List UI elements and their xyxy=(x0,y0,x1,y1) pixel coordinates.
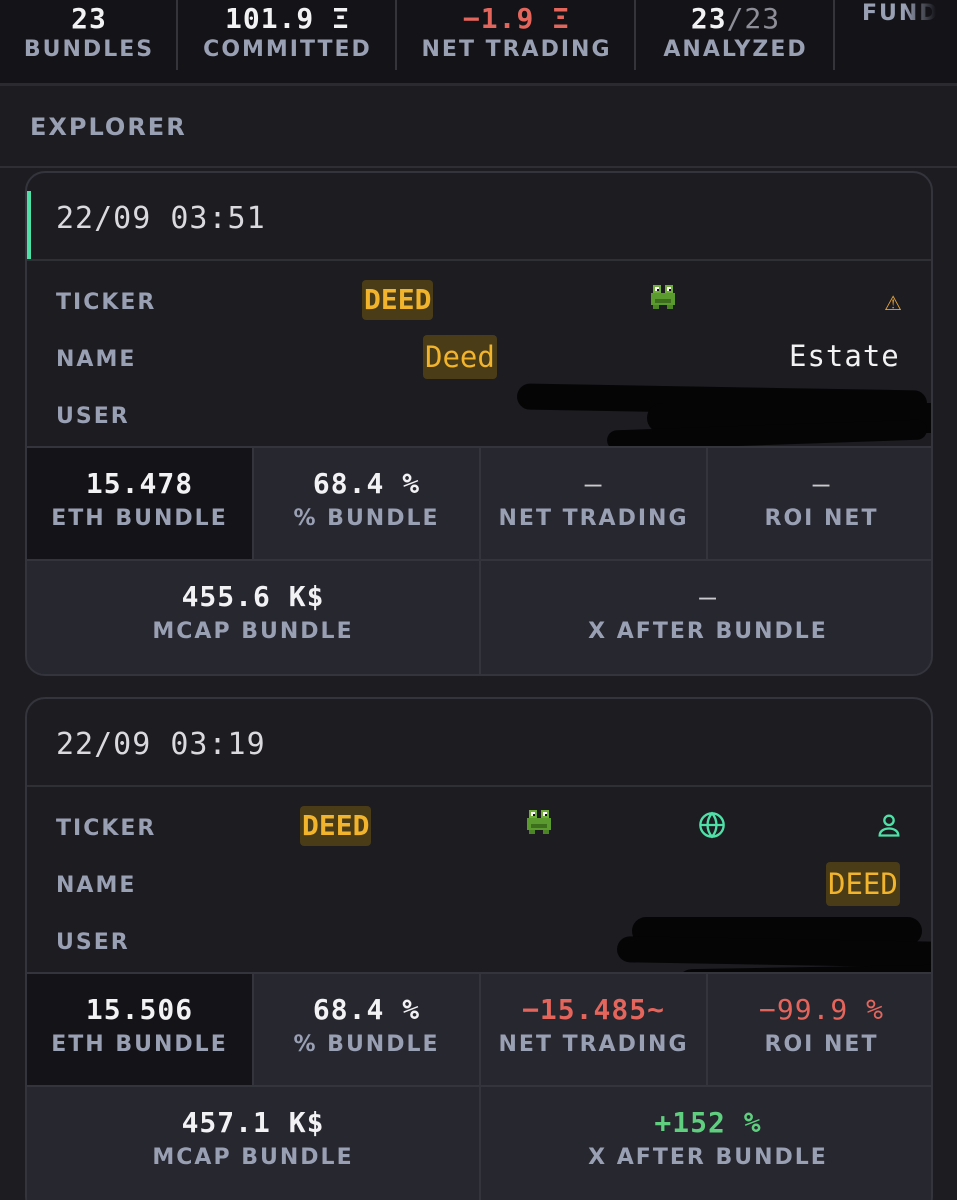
name-value: DEED xyxy=(826,862,900,906)
roi-net-value: −99.9 % xyxy=(758,993,884,1026)
ticker-label: TICKER xyxy=(56,816,157,841)
eth-bundle-label: ETH BUNDLE xyxy=(51,1032,228,1057)
card-divider xyxy=(27,785,931,787)
stat-committed-value: 101.9 Ξ xyxy=(224,2,350,35)
explorer-title: EXPLORER xyxy=(30,113,187,141)
card-date: 22/09 03:19 xyxy=(56,727,266,762)
stat-net-trading-value: −1.9 Ξ xyxy=(462,2,571,35)
stat-bundles-label: BUNDLES xyxy=(23,37,155,62)
warning-icon: ⚠ xyxy=(884,291,902,315)
metric-mcap-bundle: 455.6 K$ MCAP BUNDLE xyxy=(27,561,479,674)
stat-committed-label: COMMITTED xyxy=(203,37,372,62)
metric-roi-net: — ROI NET xyxy=(708,448,931,559)
explorer-divider xyxy=(0,166,957,168)
card-date: 22/09 03:51 xyxy=(56,201,266,236)
frog-icon xyxy=(651,285,675,309)
x-after-bundle-label: X AFTER BUNDLE xyxy=(588,619,828,644)
user-label: USER xyxy=(56,930,130,955)
stat-analyzed-value: 23/23 xyxy=(691,1,780,37)
x-after-bundle-label: X AFTER BUNDLE xyxy=(588,1145,828,1170)
user-icon[interactable] xyxy=(875,811,903,839)
bundle-card[interactable]: 22/09 03:51 TICKER DEED ⚠ NAME Deed Esta… xyxy=(25,171,933,676)
stat-bundles: 23 BUNDLES xyxy=(0,0,178,70)
stat-analyzed-total: /23 xyxy=(726,2,781,35)
stat-fund-label: FUND xyxy=(862,1,940,26)
eth-bundle-value: 15.506 xyxy=(85,993,194,1026)
stat-fund: FUND xyxy=(835,0,957,70)
metric-eth-bundle: 15.478 ETH BUNDLE xyxy=(27,448,252,559)
eth-bundle-label: ETH BUNDLE xyxy=(51,506,228,531)
stat-net-trading-label: NET TRADING xyxy=(421,37,612,62)
metric-roi-net: −99.9 % ROI NET xyxy=(708,974,931,1085)
name-value-part1: Deed xyxy=(423,335,497,379)
net-trading-value: — xyxy=(584,467,603,500)
net-trading-label: NET TRADING xyxy=(498,1032,689,1057)
stat-committed: 101.9 Ξ COMMITTED xyxy=(178,0,397,70)
eth-bundle-value: 15.478 xyxy=(85,467,194,500)
metrics-grid: 15.506 ETH BUNDLE 68.4 % % BUNDLE −15.48… xyxy=(27,972,931,1200)
mcap-bundle-value: 455.6 K$ xyxy=(181,580,325,613)
mcap-bundle-label: MCAP BUNDLE xyxy=(152,619,354,644)
metric-x-after-bundle: — X AFTER BUNDLE xyxy=(481,561,931,674)
roi-net-value: — xyxy=(812,467,831,500)
x-after-bundle-value: — xyxy=(699,580,717,613)
mcap-bundle-label: MCAP BUNDLE xyxy=(152,1145,354,1170)
stat-analyzed-count: 23 xyxy=(690,2,727,35)
metric-x-after-bundle: +152 % X AFTER BUNDLE xyxy=(481,1087,931,1200)
name-label: NAME xyxy=(56,347,137,372)
metric-pct-bundle: 68.4 % % BUNDLE xyxy=(254,974,479,1085)
name-value-part2: Estate xyxy=(789,339,900,373)
pct-bundle-label: % BUNDLE xyxy=(293,1032,440,1057)
redaction-mark xyxy=(616,936,931,968)
card-divider xyxy=(27,259,931,261)
pct-bundle-label: % BUNDLE xyxy=(293,506,440,531)
roi-net-label: ROI NET xyxy=(764,506,879,531)
stat-bundles-value: 23 xyxy=(71,2,107,35)
stat-analyzed-label: ANALYZED xyxy=(663,37,808,62)
pct-bundle-value: 68.4 % xyxy=(312,993,421,1026)
metric-mcap-bundle: 457.1 K$ MCAP BUNDLE xyxy=(27,1087,479,1200)
bundle-card[interactable]: 22/09 03:19 TICKER DEED NAME DEED USER 1… xyxy=(25,697,933,1200)
roi-net-label: ROI NET xyxy=(764,1032,879,1057)
user-label: USER xyxy=(56,404,130,429)
ticker-label: TICKER xyxy=(56,290,157,315)
x-after-bundle-value: +152 % xyxy=(654,1106,762,1139)
net-trading-label: NET TRADING xyxy=(498,506,689,531)
metric-net-trading: −15.485~ NET TRADING xyxy=(481,974,706,1085)
stats-bar: 23 BUNDLES 101.9 Ξ COMMITTED −1.9 Ξ NET … xyxy=(0,0,957,86)
stat-net-trading: −1.9 Ξ NET TRADING xyxy=(397,0,636,70)
frog-icon xyxy=(527,810,551,834)
pct-bundle-value: 68.4 % xyxy=(312,467,421,500)
net-trading-value: −15.485~ xyxy=(522,993,665,1026)
name-label: NAME xyxy=(56,873,137,898)
metric-net-trading: — NET TRADING xyxy=(481,448,706,559)
metrics-grid: 15.478 ETH BUNDLE 68.4 % % BUNDLE — NET … xyxy=(27,446,931,674)
ticker-badge[interactable]: DEED xyxy=(300,806,372,846)
metric-pct-bundle: 68.4 % % BUNDLE xyxy=(254,448,479,559)
globe-icon[interactable] xyxy=(698,811,726,839)
ticker-badge[interactable]: DEED xyxy=(362,280,434,320)
selected-accent-bar xyxy=(27,191,31,259)
metric-eth-bundle: 15.506 ETH BUNDLE xyxy=(27,974,252,1085)
mcap-bundle-value: 457.1 K$ xyxy=(181,1106,325,1139)
stat-analyzed: 23/23 ANALYZED xyxy=(636,0,835,70)
